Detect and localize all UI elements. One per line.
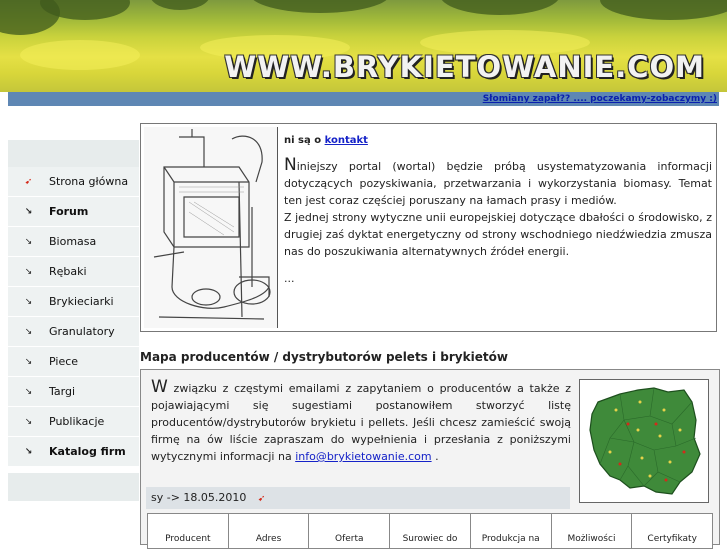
email-link[interactable]: info@brykietowanie.com: [295, 450, 431, 463]
sidebar-item-label: Piece: [49, 355, 79, 368]
down-arrow-icon: ↘: [24, 296, 33, 307]
down-arrow-icon: ↘: [24, 446, 33, 457]
column-header: Adres: [229, 514, 310, 548]
sidebar-item-label: Brykieciarki: [49, 295, 114, 308]
banner-foliage: [600, 0, 727, 20]
column-header: Możliwości: [552, 514, 633, 548]
slogan-bar: Słomiany zapał?? .... poczekamy-zobaczym…: [8, 92, 719, 106]
down-arrow-icon: ↘: [24, 206, 33, 217]
sidebar-item-label: Publikacje: [49, 415, 105, 428]
down-arrow-icon: ↘: [24, 386, 33, 397]
intro-box: ni są o kontakt Niniejszy portal (wortal…: [140, 123, 717, 332]
banner-foliage: [250, 0, 390, 13]
sidebar-item-forum[interactable]: ↘ Forum: [8, 197, 139, 227]
drop-cap: N: [284, 155, 297, 175]
producers-table-header: Producent Adres Oferta Surowiec do Produ…: [147, 513, 713, 549]
sidebar-item-label: Rębaki: [49, 265, 87, 278]
red-arrow-icon: ➹: [257, 494, 266, 504]
poland-map[interactable]: [579, 379, 709, 503]
sidebar-footer: [8, 473, 139, 501]
sidebar-item-label: Targi: [49, 385, 76, 398]
sidebar-item-label: Strona główna: [49, 175, 129, 188]
intro-paragraph-1-text: iniejszy portal (wortal) będzie próbą us…: [284, 160, 712, 207]
sidebar-item-label: Granulatory: [49, 325, 115, 338]
sidebar-header: [8, 140, 139, 167]
sidebar-nav: ➹ Strona główna ↘ Forum ↘ Biomasa ↘ Ręba…: [8, 140, 139, 501]
column-header: Certyfikaty: [647, 534, 697, 544]
header-banner: WWW.BRYKIETOWANIE.COM: [0, 0, 727, 92]
briquetting-machine-sketch: [144, 127, 278, 328]
banner-foliage: [150, 0, 210, 10]
sidebar-item-label: Biomasa: [49, 235, 97, 248]
down-arrow-icon: ↘: [24, 266, 33, 277]
producers-box: W związku z częstymi emailami z zapytani…: [140, 369, 720, 549]
sidebar-item-publikacje[interactable]: ↘ Publikacje: [8, 407, 139, 437]
intro-paragraph-1: Niniejszy portal (wortal) będzie próbą u…: [284, 157, 712, 209]
column-header: Produkcja na: [471, 514, 552, 548]
down-arrow-icon: ↘: [24, 416, 33, 427]
sidebar-item-label: Forum: [49, 205, 89, 218]
down-arrow-icon: ↘: [24, 326, 33, 337]
banner-flowers: [20, 40, 140, 70]
column-header: Oferta: [309, 514, 391, 548]
intro-text: ni są o kontakt Niniejszy portal (wortal…: [284, 132, 712, 287]
sidebar-item-targi[interactable]: ↘ Targi: [8, 377, 139, 407]
sidebar-item-brykieciarki[interactable]: ↘ Brykieciarki: [8, 287, 139, 317]
intro-ellipsis: ...: [284, 272, 295, 285]
down-arrow-icon: ↘: [24, 236, 33, 247]
map-section-title: Mapa producentów / dystrybutorów pelets …: [140, 350, 508, 364]
updated-text: sy -> 18.05.2010: [151, 491, 247, 504]
column-header: Producent: [148, 514, 229, 548]
slogan-link[interactable]: Słomiany zapał?? .... poczekamy-zobaczym…: [483, 92, 719, 106]
sidebar-item-rebaki[interactable]: ↘ Rębaki: [8, 257, 139, 287]
intro-head-text: ni są o: [284, 135, 322, 146]
intro-head: ni są o kontakt: [284, 132, 712, 149]
drop-cap: W: [151, 377, 168, 397]
sidebar-item-granulatory[interactable]: ↘ Granulatory: [8, 317, 139, 347]
red-arrow-icon: ➹: [24, 176, 33, 187]
updated-bar: sy -> 18.05.2010 ➹: [146, 487, 570, 509]
site-title: WWW.BRYKIETOWANIE.COM: [224, 50, 705, 84]
sidebar-item-biomasa[interactable]: ↘ Biomasa: [8, 227, 139, 257]
producers-text-end: .: [435, 450, 439, 463]
sidebar-item-katalog[interactable]: ↘ Katalog firm: [8, 437, 139, 467]
contact-link[interactable]: kontakt: [325, 135, 368, 146]
down-arrow-icon: ↘: [24, 356, 33, 367]
sidebar-item-piece[interactable]: ↘ Piece: [8, 347, 139, 377]
sidebar-item-label: Katalog firm: [49, 445, 126, 458]
column-header: Surowiec do: [390, 514, 471, 548]
intro-paragraph-2: Z jednej strony wytyczne unii europejski…: [284, 211, 712, 258]
sidebar-item-home[interactable]: ➹ Strona główna: [8, 167, 139, 197]
producers-text: W związku z częstymi emailami z zapytani…: [151, 379, 571, 465]
banner-foliage: [440, 0, 560, 15]
